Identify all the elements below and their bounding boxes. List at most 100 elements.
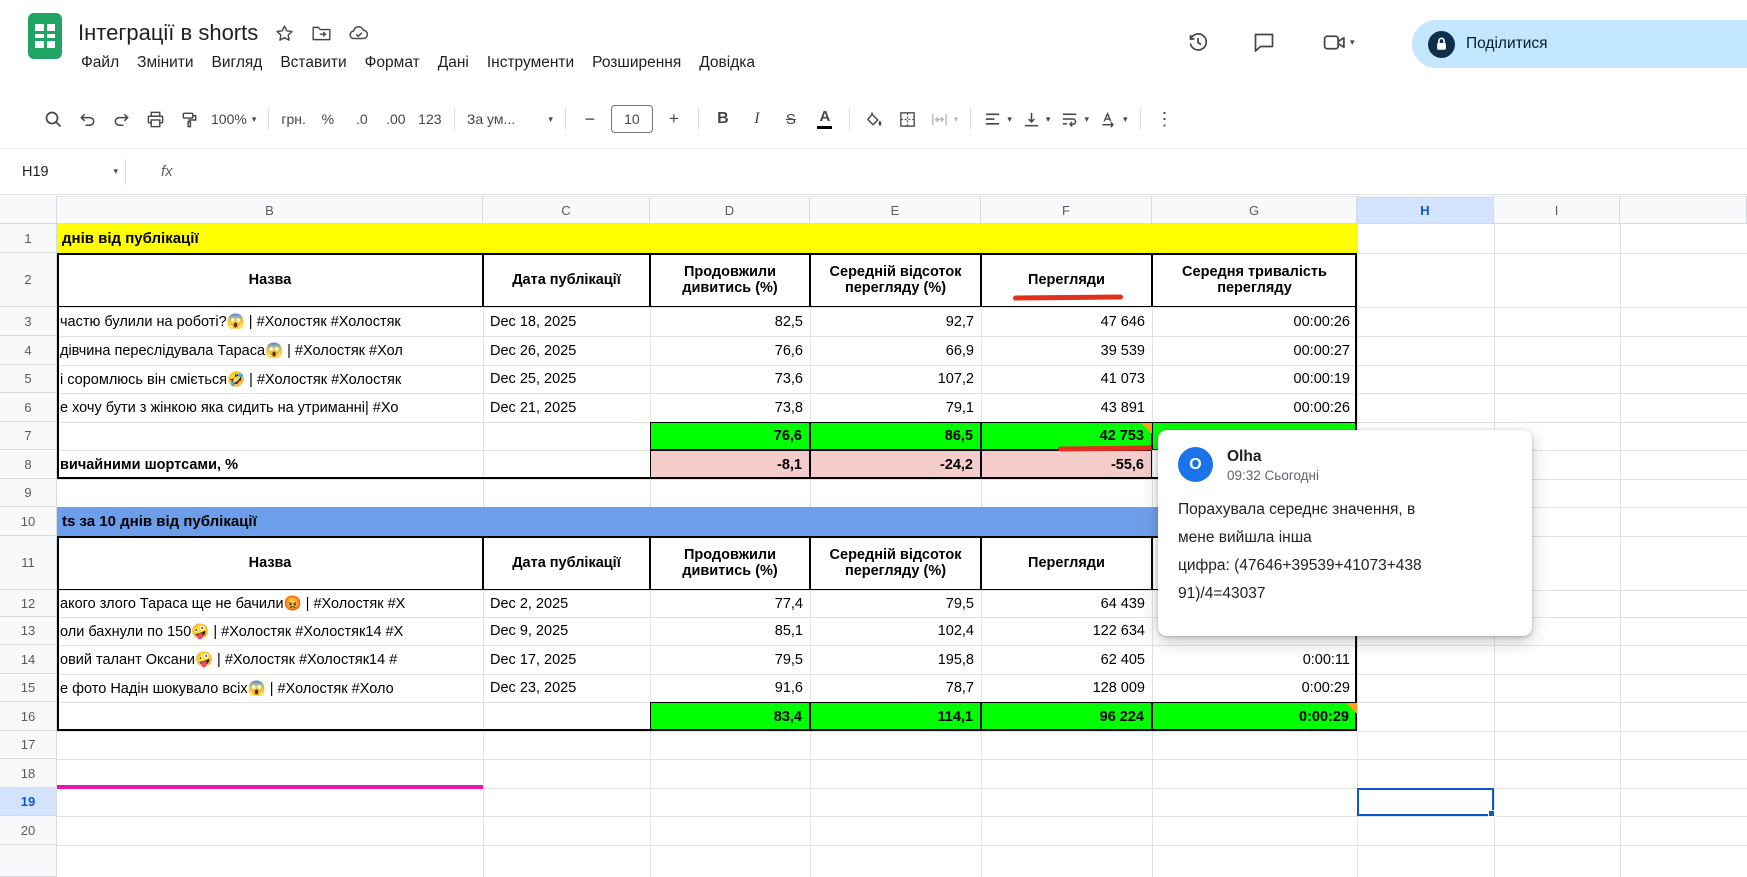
cell-B5[interactable]: і соромлюсь він сміється🤣 | #Холостяк #Х… [57, 365, 483, 393]
zoom-select[interactable]: 100% ▾ [206, 101, 261, 137]
cell-D11[interactable]: Продовжили дивитись (%) [650, 536, 810, 590]
menu-tools[interactable]: Інструменти [478, 50, 583, 76]
cell-E12[interactable]: 79,5 [810, 590, 981, 617]
row-header-1[interactable]: 1 [0, 224, 57, 253]
cell-G14[interactable]: 0:00:11 [1152, 645, 1357, 674]
cell-G15[interactable]: 0:00:29 [1152, 674, 1357, 702]
cloud-status-icon[interactable] [348, 22, 370, 44]
merge-cells-icon[interactable]: ▾ [925, 101, 964, 137]
print-icon[interactable] [138, 101, 172, 137]
borders-icon[interactable] [891, 101, 925, 137]
cell-D8[interactable]: -8,1 [650, 450, 810, 479]
cell-B4[interactable]: дівчина переслідувала Тараса😱 | #Холостя… [57, 336, 483, 365]
more-formats-button[interactable]: 123 [413, 101, 447, 137]
cell-D6[interactable]: 73,8 [650, 393, 810, 422]
cell-banner-row1[interactable]: днів від публікації [57, 224, 1357, 253]
cell-E16[interactable]: 114,1 [810, 702, 981, 731]
cell-E7[interactable]: 86,5 [810, 422, 981, 450]
cell-D13[interactable]: 85,1 [650, 617, 810, 645]
cell-C3[interactable]: Dec 18, 2025 [483, 307, 650, 336]
cell-B14[interactable]: овий талант Оксани🤪 | #Холостяк #Холостя… [57, 645, 483, 674]
menu-file[interactable]: Файл [72, 50, 128, 76]
font-family-select[interactable]: За ум... ▾ [462, 101, 558, 137]
cell-E15[interactable]: 78,7 [810, 674, 981, 702]
menu-extensions[interactable]: Розширення [583, 50, 690, 76]
italic-button[interactable]: I [740, 101, 774, 137]
cell-E2[interactable]: Середній відсоток перегляду (%) [810, 253, 981, 307]
cell-C2[interactable]: Дата публікації [483, 253, 650, 307]
cell-E3[interactable]: 92,7 [810, 307, 981, 336]
column-header-B[interactable]: B [57, 196, 483, 224]
cell-D14[interactable]: 79,5 [650, 645, 810, 674]
menu-edit[interactable]: Змінити [128, 50, 202, 76]
cell-G6[interactable]: 00:00:26 [1152, 393, 1357, 422]
comment-marker-icon[interactable] [1141, 423, 1152, 434]
row-header-4[interactable]: 4 [0, 336, 57, 365]
toolbar-more-button[interactable]: ⋮ [1148, 101, 1182, 137]
bold-button[interactable]: B [706, 101, 740, 137]
cell-B2[interactable]: Назва [57, 253, 483, 307]
cell-D12[interactable]: 77,4 [650, 590, 810, 617]
decrease-font-size-button[interactable]: − [573, 101, 607, 137]
cell-B3[interactable]: частю булили на роботі?😱 | #Холостяк #Хо… [57, 307, 483, 336]
column-header-I[interactable]: I [1494, 196, 1620, 224]
cell-F16[interactable]: 96 224 [981, 702, 1152, 731]
cell-D16[interactable]: 83,4 [650, 702, 810, 731]
menu-format[interactable]: Формат [356, 50, 429, 76]
share-button[interactable]: Поділитися [1412, 20, 1747, 68]
name-box[interactable]: H19 ▾ [0, 164, 118, 180]
cell-E6[interactable]: 79,1 [810, 393, 981, 422]
horizontal-align-icon[interactable]: ▾ [978, 101, 1017, 137]
font-size-input[interactable]: 10 [610, 105, 653, 133]
cell-B6[interactable]: е хочу бути з жінкою яка сидить на утрим… [57, 393, 483, 422]
cell-F3[interactable]: 47 646 [981, 307, 1152, 336]
cell-C11[interactable]: Дата публікації [483, 536, 650, 590]
row-header-7[interactable]: 7 [0, 422, 57, 450]
cell-D15[interactable]: 91,6 [650, 674, 810, 702]
row-header-17[interactable]: 17 [0, 731, 57, 759]
column-header-H[interactable]: H [1357, 196, 1494, 224]
row-header-10[interactable]: 10 [0, 507, 57, 536]
menu-insert[interactable]: Вставити [271, 50, 355, 76]
column-header-F[interactable]: F [981, 196, 1152, 224]
text-wrap-icon[interactable]: ▾ [1055, 101, 1094, 137]
cell-G16[interactable]: 0:00:29 [1152, 702, 1357, 731]
cell-C6[interactable]: Dec 21, 2025 [483, 393, 650, 422]
cell-E4[interactable]: 66,9 [810, 336, 981, 365]
cell-D7[interactable]: 76,6 [650, 422, 810, 450]
cell-F12[interactable]: 64 439 [981, 590, 1152, 617]
version-history-icon[interactable] [1186, 30, 1210, 54]
menu-view[interactable]: Вигляд [203, 50, 272, 76]
row-header-11[interactable]: 11 [0, 536, 57, 590]
cell-F13[interactable]: 122 634 [981, 617, 1152, 645]
cell-E14[interactable]: 195,8 [810, 645, 981, 674]
increase-font-size-button[interactable]: + [657, 101, 691, 137]
cell-F14[interactable]: 62 405 [981, 645, 1152, 674]
cell-E13[interactable]: 102,4 [810, 617, 981, 645]
cell-C14[interactable]: Dec 17, 2025 [483, 645, 650, 674]
cell-D4[interactable]: 76,6 [650, 336, 810, 365]
cell-B13[interactable]: оли бахнули по 150🤪 | #Холостяк #Холостя… [57, 617, 483, 645]
select-all-corner[interactable] [0, 196, 57, 224]
currency-format-button[interactable]: грн. [276, 101, 311, 137]
redo-icon[interactable] [104, 101, 138, 137]
paint-format-icon[interactable] [172, 101, 206, 137]
cell-G5[interactable]: 00:00:19 [1152, 365, 1357, 393]
column-header-E[interactable]: E [810, 196, 981, 224]
column-header-partial[interactable] [1620, 196, 1747, 224]
cell-C13[interactable]: Dec 9, 2025 [483, 617, 650, 645]
fill-color-icon[interactable] [857, 101, 891, 137]
move-folder-icon[interactable] [311, 23, 332, 44]
row-header-2[interactable]: 2 [0, 253, 57, 307]
cell-C15[interactable]: Dec 23, 2025 [483, 674, 650, 702]
row-header-18[interactable]: 18 [0, 759, 57, 788]
row-header-8[interactable]: 8 [0, 450, 57, 479]
row-header-6[interactable]: 6 [0, 393, 57, 422]
cell-G3[interactable]: 00:00:26 [1152, 307, 1357, 336]
cell-E5[interactable]: 107,2 [810, 365, 981, 393]
row-header-20[interactable]: 20 [0, 816, 57, 845]
comment-marker-icon[interactable] [1346, 703, 1357, 714]
row-header-16[interactable]: 16 [0, 702, 57, 731]
strikethrough-button[interactable]: S [774, 101, 808, 137]
cell-C5[interactable]: Dec 25, 2025 [483, 365, 650, 393]
